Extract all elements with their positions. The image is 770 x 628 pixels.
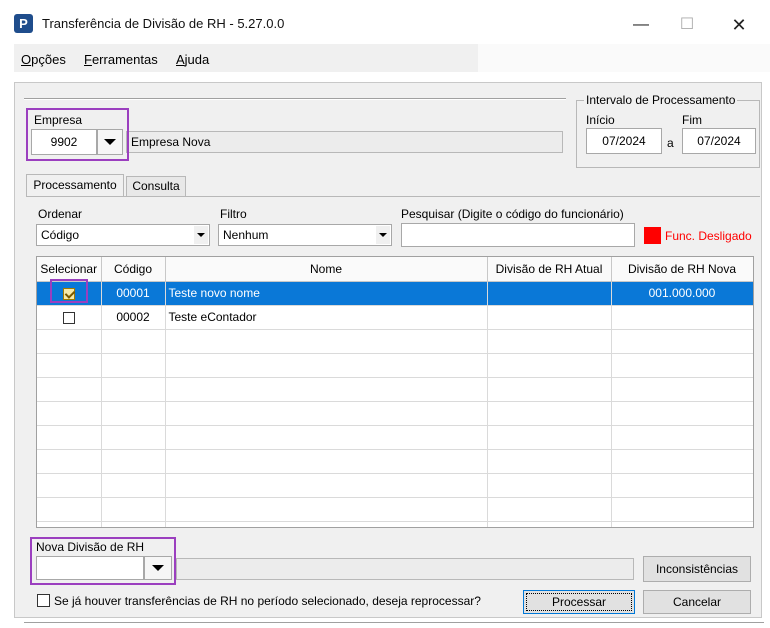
row-select-cell[interactable] [37, 305, 102, 330]
intervalo-label: Intervalo de Processamento [584, 93, 738, 107]
row-divisao-nova [611, 305, 753, 330]
pesquisar-label: Pesquisar (Digite o código do funcionári… [401, 207, 624, 221]
window-title: Transferência de Divisão de RH - 5.27.0.… [42, 16, 285, 31]
col-codigo[interactable]: Código [101, 257, 166, 282]
func-desligado-label: Func. Desligado [665, 229, 752, 243]
ordenar-select[interactable]: Código [36, 224, 210, 246]
col-divisao-nova[interactable]: Divisão de RH Nova [611, 257, 753, 282]
maximize-button[interactable]: ☐ [664, 10, 710, 40]
row-nome: Teste novo nome [165, 281, 488, 306]
empty-row [37, 497, 753, 522]
func-desligado-swatch [644, 227, 661, 244]
processar-button[interactable]: Processar [523, 590, 635, 614]
ordenar-label: Ordenar [38, 207, 83, 221]
menu-opcoes[interactable]: Opções [21, 52, 66, 67]
menu-ferramentas-accel: F [84, 52, 92, 67]
empty-row [37, 473, 753, 498]
employee-grid[interactable]: Selecionar Código Nome Divisão de RH Atu… [36, 256, 754, 528]
reprocess-label: Se já houver transferências de RH no per… [54, 594, 481, 608]
empty-row [37, 329, 753, 354]
menu-ferramentas[interactable]: Ferramentas [84, 52, 158, 67]
top-divider [24, 98, 566, 100]
empty-row [37, 425, 753, 450]
reprocess-checkbox[interactable] [37, 594, 50, 607]
menu-ajuda[interactable]: Ajuda [176, 52, 209, 67]
empty-row [37, 449, 753, 474]
row-divisao-atual [487, 305, 612, 330]
menu-opcoes-accel: O [21, 52, 32, 67]
menu-bar-filler [478, 44, 770, 72]
pesquisar-input[interactable] [401, 223, 635, 247]
menu-ajuda-label: juda [184, 52, 210, 67]
empty-row [37, 401, 753, 426]
tab-processamento[interactable]: Processamento [26, 174, 124, 196]
col-divisao-atual[interactable]: Divisão de RH Atual [487, 257, 612, 282]
row-nome: Teste eContador [165, 305, 488, 330]
menu-ajuda-accel: A [176, 52, 185, 67]
row-divisao-nova: 001.000.000 [611, 281, 753, 306]
empresa-highlight-box [26, 108, 129, 161]
interval-separator: a [667, 136, 674, 150]
minimize-button[interactable]: — [618, 10, 664, 40]
row-codigo: 00002 [101, 305, 166, 330]
filtro-value: Nenhum [223, 228, 269, 242]
filtro-label: Filtro [220, 207, 247, 221]
ordenar-value: Código [41, 228, 80, 242]
menu-ferramentas-label: erramentas [91, 52, 158, 67]
tab-consulta[interactable]: Consulta [126, 176, 186, 196]
inconsistencias-button[interactable]: Inconsistências [643, 556, 751, 582]
fim-label: Fim [682, 113, 702, 127]
menu-opcoes-label: pções [31, 52, 66, 67]
inicio-label: Início [586, 113, 615, 127]
chevron-down-icon [376, 226, 390, 244]
checkbox-highlight-box [50, 279, 88, 303]
empty-row [37, 377, 753, 402]
grid-header-row: Selecionar Código Nome Divisão de RH Atu… [37, 257, 753, 282]
bottom-divider [24, 622, 764, 624]
fim-input[interactable]: 07/2024 [682, 128, 756, 154]
chevron-down-icon [194, 226, 208, 244]
table-row[interactable]: 00002 Teste eContador [37, 305, 753, 330]
inicio-input[interactable]: 07/2024 [586, 128, 662, 154]
nova-divisao-highlight-box [30, 537, 176, 585]
row-checkbox[interactable] [62, 311, 75, 324]
cancelar-button[interactable]: Cancelar [643, 590, 751, 614]
app-logo-icon: P [14, 14, 33, 33]
table-row[interactable]: 00001 Teste novo nome 001.000.000 [37, 281, 753, 306]
filtro-select[interactable]: Nenhum [218, 224, 392, 246]
row-codigo: 00001 [101, 281, 166, 306]
empty-row [37, 521, 753, 527]
col-selecionar[interactable]: Selecionar [37, 257, 102, 282]
col-nome[interactable]: Nome [165, 257, 488, 282]
nova-divisao-display [176, 558, 634, 580]
row-divisao-atual [487, 281, 612, 306]
close-button[interactable]: ✕ [716, 10, 762, 40]
empresa-name: Empresa Nova [131, 135, 211, 149]
empty-row [37, 353, 753, 378]
